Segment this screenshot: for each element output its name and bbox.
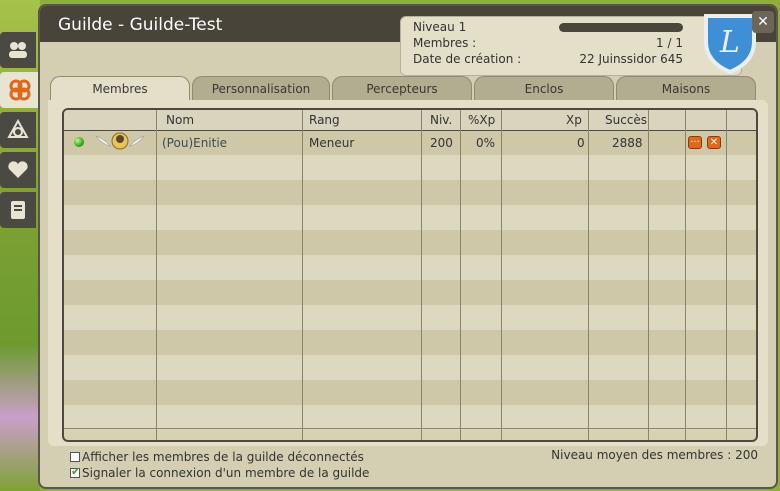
table-row-background (64, 280, 756, 305)
table-row-background (64, 330, 756, 355)
tab-membres[interactable]: Membres (50, 76, 190, 102)
table-row-background (64, 230, 756, 255)
emblem-letter: L (719, 25, 740, 60)
table-footer-divider (64, 428, 756, 429)
column-divider (726, 110, 727, 440)
member-success: 2888 (612, 136, 643, 150)
table-header: Nom Rang Niv. %Xp Xp Succès (64, 110, 756, 131)
created-value: 22 Juinssidor 645 (579, 52, 683, 66)
table-row-background (64, 405, 756, 430)
member-name[interactable]: (Pou)Enitie (162, 136, 227, 150)
column-divider (588, 110, 589, 440)
table-row-background (64, 205, 756, 230)
notify-login-label: Signaler la connexion d'un membre de la … (82, 466, 370, 480)
window-title: Guilde - Guilde-Test (58, 15, 223, 35)
table-row[interactable]: (Pou)Enitie Meneur 200 0% 0 2888 ··· ✕ (64, 130, 756, 155)
alliance-icon (7, 119, 29, 138)
table-row-background (64, 180, 756, 205)
member-level: 200 (430, 136, 453, 150)
created-label: Date de création : (413, 52, 522, 66)
level-progress-bar (559, 23, 683, 32)
members-panel: Nom Rang Niv. %Xp Xp Succès (Pou)Enitie … (48, 100, 768, 480)
tab-maisons[interactable]: Maisons (616, 76, 756, 100)
column-divider (685, 110, 686, 440)
member-xp-percent: 0% (476, 136, 496, 150)
option-notify-login[interactable]: Signaler la connexion d'un membre de la … (70, 465, 370, 480)
column-divider (460, 110, 461, 440)
table-row-background (64, 155, 756, 180)
show-offline-label: Afficher les membres de la guilde déconn… (82, 450, 364, 464)
guild-info-box: Niveau 1 Membres : 1 / 1 Date de créatio… (400, 16, 742, 76)
table-row-background (64, 380, 756, 405)
column-divider (156, 110, 157, 440)
directory-book-icon (11, 201, 25, 219)
guild-window: Guilde - Guilde-Test Niveau 1 Membres : … (38, 4, 778, 489)
guild-emblem-shield[interactable]: L (702, 12, 758, 74)
tab-personnalisation[interactable]: Personnalisation (192, 76, 330, 100)
average-level-text: Niveau moyen des membres : 200 (551, 448, 758, 462)
side-tab-alliance[interactable] (0, 112, 36, 148)
table-row-background (64, 355, 756, 380)
header-succes[interactable]: Succès (605, 113, 647, 127)
member-rank: Meneur (309, 136, 355, 150)
winged-avatar-icon (95, 132, 145, 150)
header-nom[interactable]: Nom (166, 113, 194, 127)
header-xp[interactable]: Xp (566, 113, 582, 127)
table-row-background (64, 255, 756, 280)
guild-icon (9, 79, 31, 101)
members-value: 1 / 1 (656, 36, 683, 50)
column-divider (648, 110, 649, 440)
member-kick-button[interactable]: ✕ (707, 136, 721, 149)
table-row-background (64, 305, 756, 330)
member-menu-button[interactable]: ··· (688, 136, 702, 149)
option-show-offline[interactable]: Afficher les membres de la guilde déconn… (70, 450, 364, 464)
online-status-icon (74, 137, 84, 147)
header-pxp[interactable]: %Xp (468, 113, 495, 127)
side-tab-spouse[interactable] (0, 152, 36, 188)
tab-percepteurs[interactable]: Percepteurs (332, 76, 472, 100)
level-label: Niveau 1 (413, 20, 467, 34)
side-tab-directory[interactable] (0, 192, 36, 228)
side-tab-guild[interactable] (0, 72, 40, 108)
show-offline-checkbox[interactable] (70, 452, 80, 462)
spouse-heart-icon (8, 161, 28, 178)
tab-enclos[interactable]: Enclos (474, 76, 614, 100)
column-divider (501, 110, 502, 440)
close-button[interactable]: ✕ (752, 11, 774, 33)
column-divider (302, 110, 303, 440)
members-label: Membres : (413, 36, 477, 50)
column-divider (421, 110, 422, 440)
side-tab-friends[interactable] (0, 32, 36, 68)
header-niv[interactable]: Niv. (430, 113, 452, 127)
members-table: Nom Rang Niv. %Xp Xp Succès (Pou)Enitie … (62, 108, 758, 442)
member-xp: 0 (577, 136, 585, 150)
header-rang[interactable]: Rang (309, 113, 340, 127)
friends-icon (9, 42, 27, 58)
notify-login-checkbox[interactable] (70, 465, 80, 478)
